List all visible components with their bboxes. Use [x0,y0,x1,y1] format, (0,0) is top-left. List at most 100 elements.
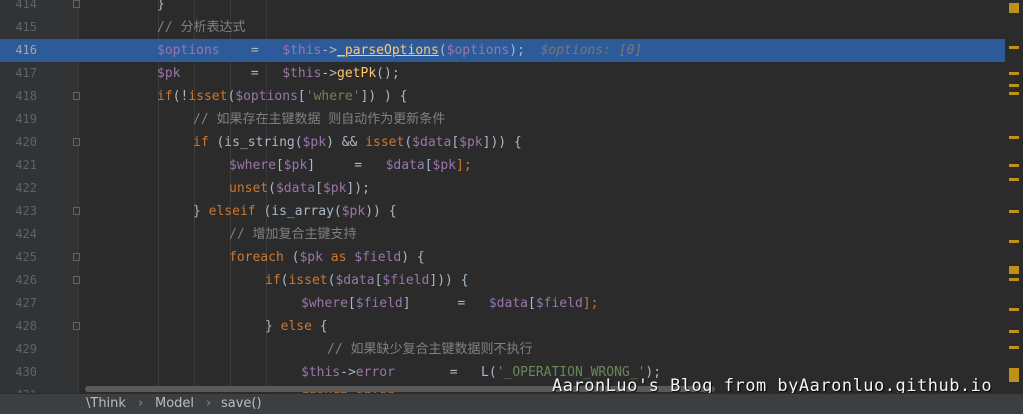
code-line[interactable]: 414} [0,0,1005,16]
line-number: 429 [15,342,37,356]
code-line[interactable]: 424 // 增加复合主键支持 [0,223,1005,246]
code-token: ( [438,43,447,58]
error-stripe-mark[interactable] [1009,136,1019,139]
code-token: (); [376,66,400,81]
code-line[interactable]: 415 // 分析表达式 [0,16,1005,39]
fold-marker-icon[interactable] [73,253,80,261]
code-token: )) { [365,204,397,219]
code-token: $field [355,296,403,311]
code-line[interactable]: 420 if (is_string($pk) && isset($data[$pk… [0,131,1005,154]
line-number: 430 [15,365,37,379]
code-token: } [265,319,281,334]
code-text: // 如果存在主键数据 则自动作为更新条件 [193,108,445,131]
code-token: // 分析表达式 [157,20,246,35]
code-token: $data [488,296,528,311]
code-editor[interactable]: 414} 415// 分析表达式 416 $options = $this->_par… [0,0,1023,393]
line-number: 426 [15,273,37,287]
code-token: = [219,43,283,58]
code-token: if [157,89,173,104]
code-text: } [157,0,165,16]
code-line[interactable]: 425 foreach ($pk as $field) { [0,246,1005,269]
fold-marker-icon[interactable] [73,322,80,330]
line-number: 431 [0,384,37,393]
code-token: -> [321,43,338,58]
code-line[interactable]: 417 $pk = $this->getPk(); [0,62,1005,85]
code-line[interactable]: 427 $where[$field] = $data[$field]; [0,292,1005,315]
fold-marker-icon[interactable] [73,92,80,100]
error-stripe-mark[interactable] [1009,266,1019,274]
error-stripe-mark[interactable] [1009,330,1019,333]
code-line[interactable]: 423} elseif (is_array($pk)) { [0,200,1005,223]
code-line[interactable]: 421 $where[$pk] = $data[$pk]; [0,154,1005,177]
chevron-right-icon: › [206,396,212,411]
line-number: 419 [15,112,37,126]
code-text: $where[$pk] = $data[$pk]; [229,154,472,177]
code-line[interactable]: 419 // 如果存在主键数据 则自动作为更新条件 [0,108,1005,131]
error-stripe-mark[interactable] [1009,240,1019,243]
code-token: if [193,135,217,150]
code-token: { [319,319,328,334]
code-text: } else { [265,315,328,338]
code-token: isset [188,89,228,104]
fold-marker-icon[interactable] [73,138,80,146]
code-token: $pk [157,66,181,81]
code-token: -> [340,365,356,380]
code-token: $this [282,43,322,58]
error-stripe-mark[interactable] [1009,72,1019,75]
code-token: ) { [401,250,425,265]
line-number: 414 [15,0,37,11]
line-number: 425 [15,250,37,264]
error-stripe-mark[interactable] [1009,308,1019,311]
error-stripe-mark[interactable] [1009,178,1019,181]
code-token: [ [275,158,284,173]
error-stripe-mark[interactable] [1009,46,1019,49]
breadcrumb: \Think › Model › save() [0,393,1023,414]
code-token: ]; [456,158,472,173]
code-token: = [180,66,283,81]
code-token: else [280,319,320,334]
code-token: ( [268,181,276,196]
line-number: 422 [15,181,37,195]
breadcrumb-item-class[interactable]: Model [155,394,194,414]
inspection-status-icon[interactable] [1009,3,1019,13]
line-number: 428 [15,319,37,333]
error-stripe-mark[interactable] [1009,278,1019,281]
code-token: ]); [346,181,370,196]
vertical-scrollbar[interactable] [1005,0,1023,393]
code-token: // 如果存在主键数据 则自动作为更新条件 [193,112,446,127]
code-token: ] = [307,158,386,173]
code-line[interactable]: 422 unset($data[$pk]); [0,177,1005,200]
code-token: ( [404,135,413,150]
error-stripe-mark[interactable] [1009,210,1019,213]
code-line[interactable]: 428} else { [0,315,1005,338]
code-token: unset [229,181,269,196]
code-token: as [330,250,355,265]
code-line[interactable]: 418 if(!isset($options['where']) ) { [0,85,1005,108]
code-text: foreach ($pk as $field) { [229,246,425,269]
fold-marker-icon[interactable] [73,0,80,8]
code-text: // 增加复合主键支持 [229,223,356,246]
error-stripe-mark[interactable] [1009,92,1019,95]
error-stripe-mark[interactable] [1009,84,1019,87]
code-token: ] = [402,296,489,311]
code-token: isset [365,135,405,150]
code-token: // 如果缺少复合主键数据则不执行 [327,342,533,357]
code-line[interactable]: 426 if(isset($data[$field])) { [0,269,1005,292]
code-token: $options [157,43,220,58]
code-text: $where[$field] = $data[$field]; [301,292,598,315]
breadcrumb-item-method[interactable]: save() [221,394,262,414]
code-token: $data [385,158,425,173]
code-token: $pk [459,135,483,150]
code-line[interactable]: 429 // 如果缺少复合主键数据则不执行 [0,338,1005,361]
line-number: 420 [15,135,37,149]
error-stripe-mark[interactable] [1009,368,1019,382]
line-number: 423 [15,204,37,218]
fold-marker-icon[interactable] [73,276,80,284]
error-stripe-mark[interactable] [1009,346,1019,349]
error-stripe-mark[interactable] [1009,164,1019,167]
code-line[interactable]: 416 $options = $this->_parseOptions($opti… [0,39,1005,62]
breadcrumb-item-namespace[interactable]: \Think [86,394,126,414]
fold-marker-icon[interactable] [73,207,80,215]
code-token: elseif [208,204,264,219]
code-token: [ [424,158,433,173]
